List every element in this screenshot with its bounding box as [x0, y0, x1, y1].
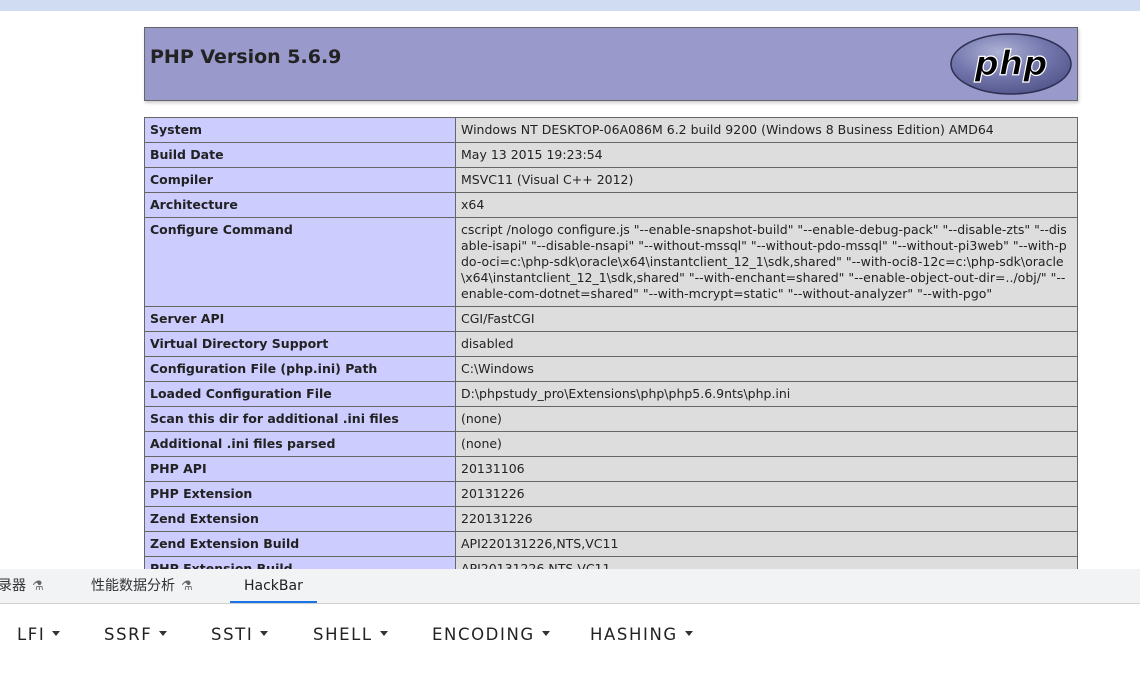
- table-row: PHP Extension Build API20131226,NTS,VC11: [144, 556, 1078, 569]
- row-value: x64: [455, 192, 1078, 218]
- row-key: Loaded Configuration File: [144, 381, 456, 407]
- menu-label: LFI: [17, 625, 46, 644]
- hashing-menu-button[interactable]: HASHING: [590, 620, 693, 650]
- phpinfo-table: System Windows NT DESKTOP-06A086M 6.2 bui…: [144, 117, 1078, 569]
- row-value: C:\Windows: [455, 356, 1078, 382]
- flask-icon: ⚗: [32, 579, 44, 594]
- row-key: Server API: [144, 306, 456, 332]
- menu-label: SHELL: [313, 625, 373, 644]
- phpinfo-page: PHP Version 5.6.9 php System Windows NT D…: [0, 11, 1140, 569]
- page-title: PHP Version 5.6.9: [150, 46, 342, 68]
- tab-performance-insights[interactable]: 性能数据分析 ⚗: [91, 569, 193, 603]
- caret-down-icon: [159, 631, 168, 636]
- row-value: 20131106: [455, 456, 1078, 482]
- row-key: Additional .ini files parsed: [144, 431, 456, 457]
- shell-menu-button[interactable]: SHELL: [313, 620, 388, 650]
- table-row: Compiler MSVC11 (Visual C++ 2012): [144, 167, 1078, 193]
- devtools-tab-bar: 录器 ⚗ 性能数据分析 ⚗ HackBar: [0, 569, 1140, 604]
- menu-label: ENCODING: [432, 625, 535, 644]
- browser-top-strip: [0, 0, 1140, 11]
- row-key: System: [144, 117, 456, 143]
- menu-label: SSRF: [104, 625, 153, 644]
- tab-label: 录器: [0, 578, 26, 594]
- caret-down-icon: [260, 631, 269, 636]
- row-value: (none): [455, 431, 1078, 457]
- table-row: Configure Command cscript /nologo configu…: [144, 217, 1078, 307]
- row-key: Zend Extension Build: [144, 531, 456, 557]
- php-logo[interactable]: php: [949, 32, 1073, 96]
- caret-down-icon: [379, 631, 388, 636]
- menu-label: SSTI: [211, 625, 254, 644]
- row-key: Configure Command: [144, 217, 456, 307]
- tab-label: HackBar: [244, 578, 303, 594]
- row-value: Windows NT DESKTOP-06A086M 6.2 build 920…: [455, 117, 1078, 143]
- php-logo-text: php: [974, 44, 1048, 84]
- row-key: Compiler: [144, 167, 456, 193]
- row-value: MSVC11 (Visual C++ 2012): [455, 167, 1078, 193]
- table-row: Zend Extension 220131226: [144, 506, 1078, 532]
- row-value: D:\phpstudy_pro\Extensions\php\php5.6.9n…: [455, 381, 1078, 407]
- hackbar-panel: LFI SSRF SSTI SHELL ENCODING HASHING: [0, 604, 1140, 687]
- row-value: 20131226: [455, 481, 1078, 507]
- row-value: API220131226,NTS,VC11: [455, 531, 1078, 557]
- row-value: API20131226,NTS,VC11: [455, 556, 1078, 569]
- table-row: Zend Extension Build API220131226,NTS,VC1…: [144, 531, 1078, 557]
- table-row: Architecture x64: [144, 192, 1078, 218]
- table-row: Loaded Configuration File D:\phpstudy_pro…: [144, 381, 1078, 407]
- row-value: 220131226: [455, 506, 1078, 532]
- row-key: Build Date: [144, 142, 456, 168]
- table-row: PHP API 20131106: [144, 456, 1078, 482]
- row-value: CGI/FastCGI: [455, 306, 1078, 332]
- row-key: PHP Extension Build: [144, 556, 456, 569]
- table-row: Virtual Directory Support disabled: [144, 331, 1078, 357]
- row-key: Architecture: [144, 192, 456, 218]
- row-value: (none): [455, 406, 1078, 432]
- tab-label: 性能数据分析: [91, 578, 175, 594]
- caret-down-icon: [684, 631, 693, 636]
- lfi-menu-button[interactable]: LFI: [17, 620, 61, 650]
- caret-down-icon: [541, 631, 550, 636]
- tab-hackbar[interactable]: HackBar: [230, 569, 317, 603]
- row-value: May 13 2015 19:23:54: [455, 142, 1078, 168]
- table-row: System Windows NT DESKTOP-06A086M 6.2 bui…: [144, 117, 1078, 143]
- row-value: disabled: [455, 331, 1078, 357]
- ssrf-menu-button[interactable]: SSRF: [104, 620, 168, 650]
- table-row: Build Date May 13 2015 19:23:54: [144, 142, 1078, 168]
- flask-icon: ⚗: [181, 579, 193, 594]
- tab-recorder[interactable]: 录器 ⚗: [0, 569, 44, 603]
- row-key: Virtual Directory Support: [144, 331, 456, 357]
- ssti-menu-button[interactable]: SSTI: [211, 620, 269, 650]
- row-key: PHP Extension: [144, 481, 456, 507]
- table-row: PHP Extension 20131226: [144, 481, 1078, 507]
- table-row: Configuration File (php.ini) Path C:\Wind…: [144, 356, 1078, 382]
- row-key: Configuration File (php.ini) Path: [144, 356, 456, 382]
- encoding-menu-button[interactable]: ENCODING: [432, 620, 550, 650]
- caret-down-icon: [52, 631, 61, 636]
- table-row: Server API CGI/FastCGI: [144, 306, 1078, 332]
- table-row: Scan this dir for additional .ini files(…: [144, 406, 1078, 432]
- row-key: Scan this dir for additional .ini files: [144, 406, 456, 432]
- row-key: Zend Extension: [144, 506, 456, 532]
- phpinfo-header: PHP Version 5.6.9 php: [144, 27, 1078, 101]
- table-row: Additional .ini files parsed (none): [144, 431, 1078, 457]
- menu-label: HASHING: [590, 625, 678, 644]
- row-key: PHP API: [144, 456, 456, 482]
- row-value: cscript /nologo configure.js "--enable-s…: [455, 217, 1078, 307]
